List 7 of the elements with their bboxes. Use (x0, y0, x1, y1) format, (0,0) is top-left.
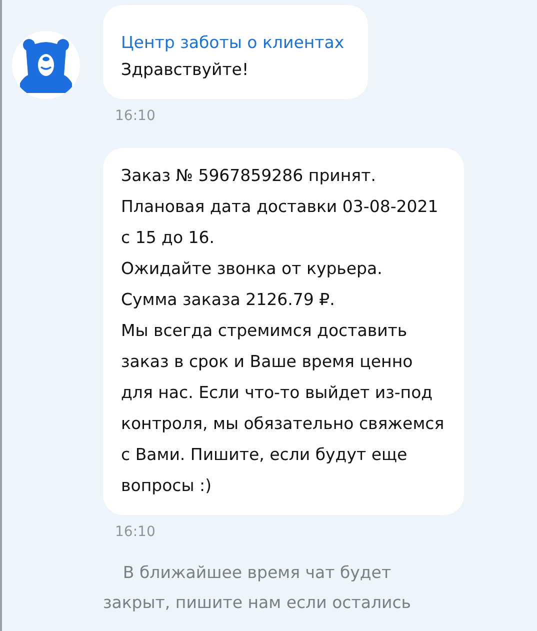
bear-icon (20, 37, 72, 93)
message-text: Здравствуйте! (121, 59, 250, 81)
message-time: 16:10 (115, 108, 156, 124)
sender-name: Центр заботы о клиентах (121, 32, 344, 54)
notice-text: В ближайшее время чат будет закрыт, пишите нам если остались (102, 562, 412, 614)
message-time: 16:10 (115, 524, 156, 540)
message-text: Заказ № 5967859286 принят. Плановая дата доставки 03-08-2021 с 15 до 16. Ожидайте звонка от курьера. Сумма заказа 2126.79 ₽. Мы всегда стремимся доставить заказ в срок и Ваше время ценно для нас. Если что-то выйдет из-под контроля, мы обязательно свяжемся с Вами. Пишите, если будут еще вопросы :) (121, 165, 444, 497)
